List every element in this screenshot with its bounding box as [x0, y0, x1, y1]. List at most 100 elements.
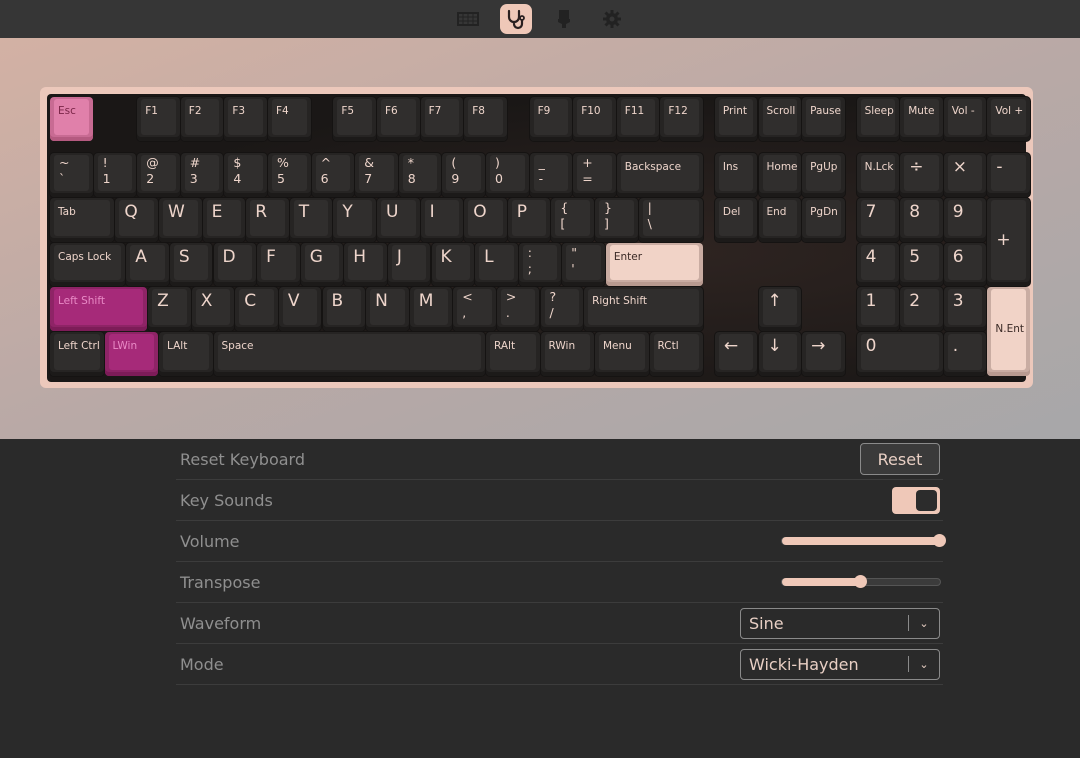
key-%-5[interactable]: % 5: [268, 153, 311, 197]
key-y[interactable]: Y: [333, 197, 376, 242]
key-↓[interactable]: ↓: [758, 332, 802, 376]
key-|-\[interactable]: | \: [638, 197, 703, 242]
key-9[interactable]: 9: [943, 197, 987, 242]
key-s[interactable]: S: [169, 242, 213, 287]
key-x[interactable]: X: [191, 287, 235, 332]
key-q[interactable]: Q: [115, 197, 158, 242]
key-n.lck[interactable]: N.Lck: [856, 153, 900, 197]
key-right-shift[interactable]: Right Shift: [584, 287, 703, 332]
key-p[interactable]: P: [507, 197, 551, 242]
key-ralt[interactable]: RAlt: [486, 332, 540, 376]
key-left-ctrl[interactable]: Left Ctrl: [50, 332, 104, 376]
key-l[interactable]: L: [475, 242, 518, 287]
key-v[interactable]: V: [278, 287, 322, 332]
key-4[interactable]: 4: [856, 242, 900, 287]
key-lwin[interactable]: LWin: [104, 332, 158, 376]
key-caps-lock[interactable]: Caps Lock: [50, 242, 126, 287]
key-esc[interactable]: Esc: [50, 97, 93, 141]
key-pgdn[interactable]: PgDn: [802, 197, 845, 242]
slider-thumb[interactable]: [933, 534, 946, 547]
key-ins[interactable]: Ins: [714, 153, 758, 197]
key-u[interactable]: U: [377, 197, 420, 242]
key-6[interactable]: 6: [943, 242, 987, 287]
key-m[interactable]: M: [409, 287, 453, 332]
key-_--[interactable]: _ -: [529, 153, 573, 197]
key-←[interactable]: ←: [714, 332, 758, 376]
key-sleep[interactable]: Sleep: [856, 97, 900, 141]
key-&-7[interactable]: & 7: [355, 153, 398, 197]
key-b[interactable]: B: [322, 287, 366, 332]
key-?-/[interactable]: ? /: [540, 287, 584, 332]
key-n.ent[interactable]: N.Ent: [987, 287, 1030, 376]
key-a[interactable]: A: [126, 242, 169, 287]
key-÷[interactable]: ÷: [900, 153, 943, 197]
key-scroll[interactable]: Scroll: [758, 97, 802, 141]
key-:-;[interactable]: : ;: [518, 242, 562, 287]
key-(-9[interactable]: ( 9: [442, 153, 485, 197]
key-$-4[interactable]: $ 4: [224, 153, 267, 197]
key-vol-+[interactable]: Vol +: [987, 97, 1030, 141]
key-f8[interactable]: F8: [464, 97, 507, 141]
volume-slider[interactable]: [781, 534, 946, 547]
transpose-slider[interactable]: [781, 575, 941, 588]
key-}-][interactable]: } ]: [595, 197, 638, 242]
key-~-`[interactable]: ~ `: [50, 153, 93, 197]
key-{-[[interactable]: { [: [551, 197, 594, 242]
key-o[interactable]: O: [464, 197, 507, 242]
waveform-select[interactable]: Sine ⌄: [740, 607, 940, 639]
key-×[interactable]: ×: [943, 153, 987, 197]
key-)-0[interactable]: ) 0: [486, 153, 529, 197]
key-f3[interactable]: F3: [224, 97, 267, 141]
key-f6[interactable]: F6: [377, 97, 420, 141]
key-f[interactable]: F: [257, 242, 300, 287]
tab-configure[interactable]: [452, 4, 484, 34]
key-*-8[interactable]: * 8: [398, 153, 442, 197]
key-rctl[interactable]: RCtl: [649, 332, 703, 376]
slider-thumb[interactable]: [854, 575, 867, 588]
mode-select[interactable]: Wicki-Hayden ⌄: [740, 648, 940, 680]
key-^-6[interactable]: ^ 6: [311, 153, 355, 197]
key-f10[interactable]: F10: [573, 97, 616, 141]
tab-key-tester[interactable]: [500, 4, 532, 34]
key-backspace[interactable]: Backspace: [616, 153, 703, 197]
key-8[interactable]: 8: [900, 197, 943, 242]
key-k[interactable]: K: [431, 242, 475, 287]
key-1[interactable]: 1: [856, 287, 900, 332]
key-sounds-toggle[interactable]: [892, 486, 940, 514]
key-g[interactable]: G: [300, 242, 344, 287]
reset-button[interactable]: Reset: [860, 443, 940, 475]
key-f7[interactable]: F7: [420, 97, 464, 141]
tab-lighting[interactable]: [548, 4, 580, 34]
key-n[interactable]: N: [366, 287, 409, 332]
key-2[interactable]: 2: [900, 287, 943, 332]
key-z[interactable]: Z: [148, 287, 191, 332]
key-i[interactable]: I: [420, 197, 464, 242]
key-r[interactable]: R: [246, 197, 289, 242]
key-f1[interactable]: F1: [137, 97, 180, 141]
key-pause[interactable]: Pause: [802, 97, 845, 141]
key-pgup[interactable]: PgUp: [802, 153, 845, 197]
key-print[interactable]: Print: [714, 97, 758, 141]
key-rwin[interactable]: RWin: [540, 332, 594, 376]
key-enter[interactable]: Enter: [605, 242, 703, 287]
tab-settings[interactable]: [596, 4, 628, 34]
key-t[interactable]: T: [289, 197, 333, 242]
key-f9[interactable]: F9: [529, 97, 573, 141]
key-f2[interactable]: F2: [180, 97, 224, 141]
key-→[interactable]: →: [802, 332, 845, 376]
key-@-2[interactable]: @ 2: [137, 153, 180, 197]
key-left-shift[interactable]: Left Shift: [50, 287, 148, 332]
key-del[interactable]: Del: [714, 197, 758, 242]
key->-.[interactable]: > .: [496, 287, 540, 332]
key-menu[interactable]: Menu: [595, 332, 649, 376]
key-c[interactable]: C: [235, 287, 278, 332]
key-f11[interactable]: F11: [616, 97, 660, 141]
key-5[interactable]: 5: [900, 242, 943, 287]
key-7[interactable]: 7: [856, 197, 900, 242]
key-e[interactable]: E: [202, 197, 246, 242]
key-0[interactable]: 0: [856, 332, 943, 376]
key-tab[interactable]: Tab: [50, 197, 115, 242]
key-d[interactable]: D: [213, 242, 257, 287]
key-end[interactable]: End: [758, 197, 802, 242]
key-+[interactable]: +: [987, 197, 1030, 287]
